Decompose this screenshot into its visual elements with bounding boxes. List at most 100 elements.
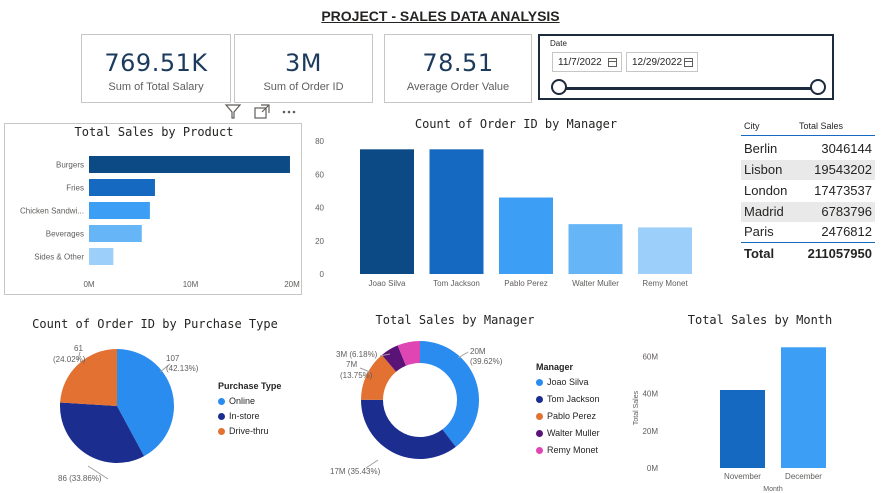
- sales-by-product-visual[interactable]: Total Sales by Product Burgers Fries Chick…: [4, 123, 302, 295]
- legend-dot: [536, 430, 543, 438]
- legend-label: Tom Jackson: [547, 394, 600, 404]
- x-axis-label: Month: [763, 486, 783, 493]
- legend-item-online[interactable]: Online: [218, 396, 308, 406]
- city-sales-table[interactable]: City Total Sales Berlin 3046144 Lisbon 1…: [741, 118, 875, 268]
- category-label: Walter Muller: [572, 279, 619, 288]
- category-label: November: [724, 472, 761, 481]
- legend-dot: [218, 413, 225, 421]
- slice-label-value: 7M: [346, 360, 357, 369]
- legend-label: Online: [229, 396, 256, 406]
- kpi-card-order-id[interactable]: 3M Sum of Order ID: [234, 34, 373, 103]
- kpi-value: 78.51: [422, 49, 494, 77]
- legend-dot: [218, 428, 225, 436]
- bar: [720, 390, 765, 468]
- y-tick-label: 20: [315, 237, 324, 246]
- total-value: 211057950: [807, 246, 872, 261]
- table-header-total-sales[interactable]: Total Sales: [799, 121, 843, 131]
- page-title: PROJECT - SALES DATA ANALYSIS: [321, 8, 560, 24]
- table-header-city[interactable]: City: [744, 121, 760, 131]
- cell-sales: 6783796: [821, 204, 872, 219]
- cell-city: Lisbon: [744, 162, 783, 177]
- end-date-input[interactable]: 12/29/2022: [626, 52, 698, 72]
- cell-city: London: [744, 183, 788, 198]
- focus-mode-icon[interactable]: [254, 104, 270, 119]
- legend-item-walter-muller[interactable]: Walter Muller: [536, 428, 636, 438]
- category-label: December: [785, 472, 822, 481]
- table-row[interactable]: Madrid 6783796: [741, 202, 875, 222]
- sales-by-month-title: Total Sales by Month: [687, 313, 833, 327]
- date-slicer[interactable]: Date 11/7/2022 12/29/2022: [538, 34, 834, 100]
- bar: [568, 224, 623, 274]
- legend-title: Purchase Type: [218, 381, 282, 391]
- bar: [89, 179, 155, 196]
- calendar-icon[interactable]: [684, 58, 693, 67]
- category-label: Chicken Sandwi...: [20, 207, 84, 216]
- legend-label: Joao Silva: [547, 377, 589, 387]
- legend-dot: [536, 447, 543, 455]
- y-tick-label: 80: [315, 137, 324, 146]
- legend-label: Remy Monet: [547, 445, 599, 455]
- category-label: Remy Monet: [642, 279, 688, 288]
- x-tick-label: 10M: [183, 280, 199, 289]
- sales-by-month-chart: 0M 20M 40M 60M November DecemberMonth Total Sa…: [633, 347, 826, 493]
- category-label: Beverages: [46, 230, 84, 239]
- category-label: Sides & Other: [34, 253, 84, 262]
- calendar-icon[interactable]: [608, 58, 617, 67]
- y-tick-label: 40: [315, 204, 324, 213]
- purchase-type-pie-chart: 107(42.13%) 86 (33.86%) 61 (24.02%): [53, 344, 199, 483]
- slice-label: 17M (35.43%): [330, 467, 381, 476]
- date-slicer-label: Date: [550, 39, 567, 48]
- more-options-icon[interactable]: [282, 110, 296, 114]
- visual-header: [224, 103, 304, 121]
- table-row[interactable]: Lisbon 19543202: [741, 160, 875, 180]
- slice-label-value: 107: [166, 354, 180, 363]
- filter-icon[interactable]: [224, 104, 242, 119]
- category-label: Pablo Perez: [504, 279, 548, 288]
- legend-dot: [536, 379, 543, 387]
- sales-by-manager-title: Total Sales by Manager: [375, 313, 535, 327]
- y-tick-label: 20M: [642, 427, 658, 436]
- legend-dot: [536, 413, 543, 421]
- table-header-divider: [741, 135, 875, 136]
- kpi-value: 3M: [285, 49, 322, 77]
- table-row[interactable]: Berlin 3046144: [741, 139, 875, 159]
- table-row[interactable]: London 17473537: [741, 181, 875, 201]
- slice-label: 86 (33.86%): [58, 474, 102, 483]
- y-tick-label: 40M: [642, 390, 658, 399]
- date-range-end-handle[interactable]: [810, 79, 826, 95]
- leader-line: [457, 351, 469, 359]
- purchase-type-title: Count of Order ID by Purchase Type: [32, 317, 278, 331]
- legend-item-joao-silva[interactable]: Joao Silva: [536, 377, 636, 387]
- legend-item-in-store[interactable]: In-store: [218, 411, 308, 421]
- slice-label-value: 61: [74, 344, 83, 353]
- start-date-input[interactable]: 11/7/2022: [552, 52, 622, 72]
- legend-dot: [536, 396, 543, 404]
- slice-label-percent: (13.75%): [340, 371, 373, 380]
- legend-dot: [218, 398, 225, 406]
- category-label: Fries: [66, 184, 84, 193]
- y-axis-label: Total Sales: [633, 390, 640, 425]
- manager-legend: Manager Joao Silva Tom Jackson Pablo Per…: [536, 362, 636, 455]
- legend-label: Drive-thru: [229, 426, 269, 436]
- slice-label-value: 20M: [470, 347, 486, 356]
- bar: [499, 197, 553, 274]
- date-range-start-handle[interactable]: [551, 79, 567, 95]
- y-tick-label: 60: [315, 170, 324, 179]
- kpi-card-total-salary[interactable]: 769.51K Sum of Total Salary: [81, 34, 231, 103]
- legend-item-remy-monet[interactable]: Remy Monet: [536, 445, 636, 455]
- kpi-label: Average Order Value: [406, 81, 510, 93]
- table-row[interactable]: Paris 2476812: [741, 222, 875, 242]
- total-label: Total: [744, 246, 775, 261]
- bar: [360, 149, 414, 274]
- date-range-track: [560, 87, 820, 90]
- legend-item-pablo-perez[interactable]: Pablo Perez: [536, 411, 636, 421]
- legend-item-drive-thru[interactable]: Drive-thru: [218, 426, 308, 436]
- y-tick-label: 0M: [647, 464, 658, 473]
- legend-label: Pablo Perez: [547, 411, 597, 421]
- cell-city: Madrid: [744, 204, 784, 219]
- bar: [89, 202, 150, 219]
- sales-by-product-chart: Burgers Fries Chicken Sandwi... Beverages Si…: [20, 156, 300, 289]
- kpi-card-avg-order-value[interactable]: 78.51 Average Order Value: [384, 34, 532, 103]
- legend-item-tom-jackson[interactable]: Tom Jackson: [536, 394, 636, 404]
- start-date-value: 11/7/2022: [558, 57, 602, 68]
